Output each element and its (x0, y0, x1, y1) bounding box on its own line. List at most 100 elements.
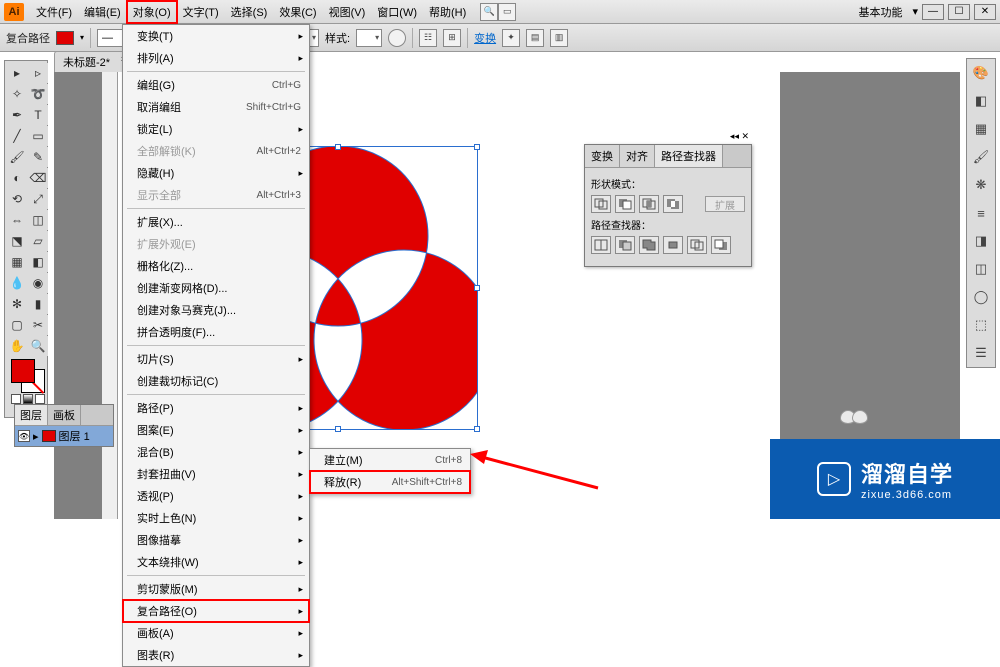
graphic-styles-icon[interactable]: ⬚ (971, 315, 991, 335)
menu-item[interactable]: 创建渐变网格(D)... (123, 277, 309, 299)
eraser-tool-icon[interactable]: ⌫ (28, 168, 48, 188)
align-button-2[interactable]: ⊞ (443, 29, 461, 47)
width-tool-icon[interactable]: ⇔ (7, 210, 27, 230)
menu-item[interactable]: 封套扭曲(V) (123, 463, 309, 485)
color-panel-icon[interactable]: 🎨 (971, 63, 991, 83)
menu-item[interactable]: 剪切蒙版(M) (123, 578, 309, 600)
menu-item[interactable]: 锁定(L) (123, 118, 309, 140)
symbols-icon[interactable]: ❋ (971, 175, 991, 195)
artboards-tab[interactable]: 画板 (48, 405, 81, 425)
style-dropdown[interactable] (356, 29, 382, 47)
transform-link[interactable]: 变换 (474, 30, 496, 46)
menu-item[interactable]: 栅格化(Z)... (123, 255, 309, 277)
fill-stroke-swatch[interactable] (11, 359, 45, 393)
resize-handle[interactable] (474, 285, 480, 291)
window-close-button[interactable]: ✕ (974, 4, 996, 20)
menu-item[interactable]: 编组(G)Ctrl+G (123, 74, 309, 96)
menu-item[interactable]: 画板(A) (123, 622, 309, 644)
slice-tool-icon[interactable]: ✂ (28, 315, 48, 335)
menubar-search-icon[interactable]: 🔍 (480, 3, 498, 21)
perspective-tool-icon[interactable]: ▱ (28, 231, 48, 251)
lasso-tool-icon[interactable]: ➰ (28, 84, 48, 104)
document-tab[interactable]: 未标题-2* × (54, 51, 131, 72)
merge-button[interactable] (639, 236, 659, 254)
menu-type[interactable]: 文字(T) (177, 1, 225, 23)
layers-tab[interactable]: 图层 (15, 405, 48, 425)
paintbrush-tool-icon[interactable]: 🖌 (7, 147, 27, 167)
color-mode-icon[interactable] (11, 394, 21, 404)
symbol-sprayer-tool-icon[interactable]: ✻ (7, 294, 27, 314)
artboard-tool-icon[interactable]: ▢ (7, 315, 27, 335)
pencil-tool-icon[interactable]: ✎ (28, 147, 48, 167)
type-tool-icon[interactable]: T (28, 105, 48, 125)
isolate-button[interactable]: ✦ (502, 29, 520, 47)
fill-swatch-large[interactable] (11, 359, 35, 383)
zoom-tool-icon[interactable]: 🔍 (28, 336, 48, 356)
menu-item[interactable]: 图像描摹 (123, 529, 309, 551)
outline-button[interactable] (687, 236, 707, 254)
align-button[interactable]: ☷ (419, 29, 437, 47)
minus-back-button[interactable] (711, 236, 731, 254)
edit-button[interactable]: ▤ (526, 29, 544, 47)
menu-item[interactable]: 创建裁切标记(C) (123, 370, 309, 392)
menu-effect[interactable]: 效果(C) (273, 1, 322, 23)
submenu-item[interactable]: 释放(R)Alt+Shift+Ctrl+8 (310, 471, 470, 493)
menu-item[interactable]: 拼合透明度(F)... (123, 321, 309, 343)
gradient-tool-icon[interactable]: ◧ (28, 252, 48, 272)
resize-handle[interactable] (474, 426, 480, 432)
visibility-toggle-icon[interactable]: 👁 (18, 430, 30, 442)
menu-item[interactable]: 取消编组Shift+Ctrl+G (123, 96, 309, 118)
menu-item[interactable]: 路径(P) (123, 397, 309, 419)
resize-handle[interactable] (335, 144, 341, 150)
menu-help[interactable]: 帮助(H) (423, 1, 472, 23)
layer-row[interactable]: 👁 ▸ 图层 1 (15, 426, 113, 446)
panel-collapse-controls[interactable]: ◂◂ ✕ (730, 131, 749, 142)
fill-chevron-icon[interactable]: ▾ (80, 33, 84, 42)
column-graph-tool-icon[interactable]: ▮ (28, 294, 48, 314)
menu-item[interactable]: 切片(S) (123, 348, 309, 370)
rectangle-tool-icon[interactable]: ▭ (28, 126, 48, 146)
brushes-icon[interactable]: 🖌 (971, 147, 991, 167)
line-tool-icon[interactable]: ╱ (7, 126, 27, 146)
divide-button[interactable] (591, 236, 611, 254)
rotate-tool-icon[interactable]: ⟲ (7, 189, 27, 209)
menu-item[interactable]: 隐藏(H) (123, 162, 309, 184)
free-transform-tool-icon[interactable]: ◫ (28, 210, 48, 230)
menu-object[interactable]: 对象(O) (127, 1, 177, 23)
menu-window[interactable]: 窗口(W) (371, 1, 423, 23)
stroke-panel-icon[interactable]: ≡ (971, 203, 991, 223)
window-minimize-button[interactable]: — (922, 4, 944, 20)
submenu-item[interactable]: 建立(M)Ctrl+8 (310, 449, 470, 471)
intersect-button[interactable] (639, 195, 659, 213)
menu-select[interactable]: 选择(S) (225, 1, 274, 23)
fill-swatch[interactable] (56, 31, 74, 45)
menu-item[interactable]: 复合路径(O) (123, 600, 309, 622)
none-mode-icon[interactable] (35, 394, 45, 404)
color-guide-icon[interactable]: ◧ (971, 91, 991, 111)
menu-item[interactable]: 创建对象马赛克(J)... (123, 299, 309, 321)
menu-file[interactable]: 文件(F) (30, 1, 78, 23)
hand-tool-icon[interactable]: ✋ (7, 336, 27, 356)
blob-brush-tool-icon[interactable]: ◐ (7, 168, 27, 188)
appearance-icon[interactable]: ◯ (971, 287, 991, 307)
eyedropper-tool-icon[interactable]: 💧 (7, 273, 27, 293)
crop-button[interactable] (663, 236, 683, 254)
blend-tool-icon[interactable]: ◉ (28, 273, 48, 293)
menu-edit[interactable]: 编辑(E) (78, 1, 127, 23)
workspace-switcher[interactable]: 基本功能 (852, 2, 908, 22)
panel-tab-align[interactable]: 对齐 (620, 145, 655, 167)
gradient-mode-icon[interactable] (23, 394, 33, 404)
edit-button-2[interactable]: ▥ (550, 29, 568, 47)
workspace-chevron-icon[interactable]: ▾ (912, 5, 918, 18)
menu-item[interactable]: 排列(A) (123, 47, 309, 69)
layer-expand-icon[interactable]: ▸ (33, 430, 39, 443)
transparency-icon[interactable]: ◫ (971, 259, 991, 279)
unite-button[interactable] (591, 195, 611, 213)
panel-tab-transform[interactable]: 变换 (585, 145, 620, 167)
panel-tab-pathfinder[interactable]: 路径查找器 (655, 145, 723, 167)
direct-selection-tool-icon[interactable]: ▹ (28, 63, 48, 83)
menu-item[interactable]: 图表(R) (123, 644, 309, 666)
mesh-tool-icon[interactable]: ▦ (7, 252, 27, 272)
menu-view[interactable]: 视图(V) (323, 1, 372, 23)
layers-icon[interactable]: ☰ (971, 343, 991, 363)
